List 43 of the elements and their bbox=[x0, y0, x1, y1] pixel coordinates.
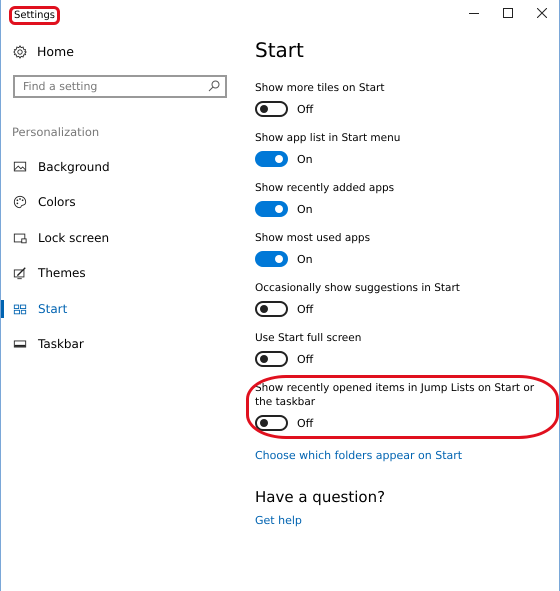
toggle-state: Off bbox=[297, 302, 314, 316]
sidebar-item[interactable]: Taskbar bbox=[1, 326, 241, 362]
toggle-state: Off bbox=[297, 416, 314, 430]
toggle-switch[interactable] bbox=[255, 101, 288, 117]
folders-link[interactable]: Choose which folders appear on Start bbox=[255, 449, 462, 462]
setting-label: Show most used apps bbox=[255, 231, 370, 245]
setting-label: Use Start full screen bbox=[255, 331, 362, 345]
toggle-state: Off bbox=[297, 352, 314, 366]
close-icon bbox=[537, 8, 547, 18]
tiles-icon bbox=[13, 302, 27, 316]
toggle-switch[interactable] bbox=[255, 251, 288, 267]
settings-icon bbox=[13, 44, 27, 58]
pen-monitor-icon bbox=[13, 266, 27, 280]
setting-label: Show more tiles on Start bbox=[255, 81, 384, 95]
setting-label: Show app list in Start menu bbox=[255, 131, 400, 145]
toggle-switch[interactable] bbox=[255, 415, 288, 431]
lock-screen-icon bbox=[13, 230, 27, 245]
search-field[interactable]: Find a setting bbox=[13, 75, 227, 98]
window-title: Settings bbox=[9, 6, 60, 25]
sidebar-item[interactable]: Themes bbox=[1, 256, 241, 291]
sidebar-item[interactable]: Colors bbox=[1, 184, 241, 220]
search-icon bbox=[208, 80, 220, 92]
setting-label: Occasionally show suggestions in Start bbox=[255, 281, 460, 295]
section-heading: Have a question? bbox=[255, 488, 386, 506]
toggle-state: On bbox=[297, 202, 313, 216]
setting-label: Show recently added apps bbox=[255, 181, 394, 195]
section-heading: Personalization bbox=[12, 125, 100, 139]
toggle-state: On bbox=[297, 152, 313, 166]
sidebar-item[interactable]: Background bbox=[1, 149, 241, 184]
toggle-state: Off bbox=[297, 102, 314, 116]
help-link[interactable]: Get help bbox=[255, 514, 302, 527]
toggle-switch[interactable] bbox=[255, 301, 288, 317]
sidebar-item[interactable]: Lock screen bbox=[1, 220, 241, 256]
toggle-switch[interactable] bbox=[255, 351, 288, 367]
picture-frame-icon bbox=[13, 160, 27, 174]
maximize-icon bbox=[503, 8, 513, 18]
toggle-state: On bbox=[297, 252, 313, 266]
toggle-switch[interactable] bbox=[255, 201, 288, 217]
sidebar-item[interactable]: Start bbox=[1, 291, 241, 326]
palette-icon bbox=[13, 195, 27, 210]
page-title: Start bbox=[255, 38, 305, 62]
home-link[interactable]: Home bbox=[13, 44, 74, 59]
toggle-switch[interactable] bbox=[255, 151, 288, 167]
